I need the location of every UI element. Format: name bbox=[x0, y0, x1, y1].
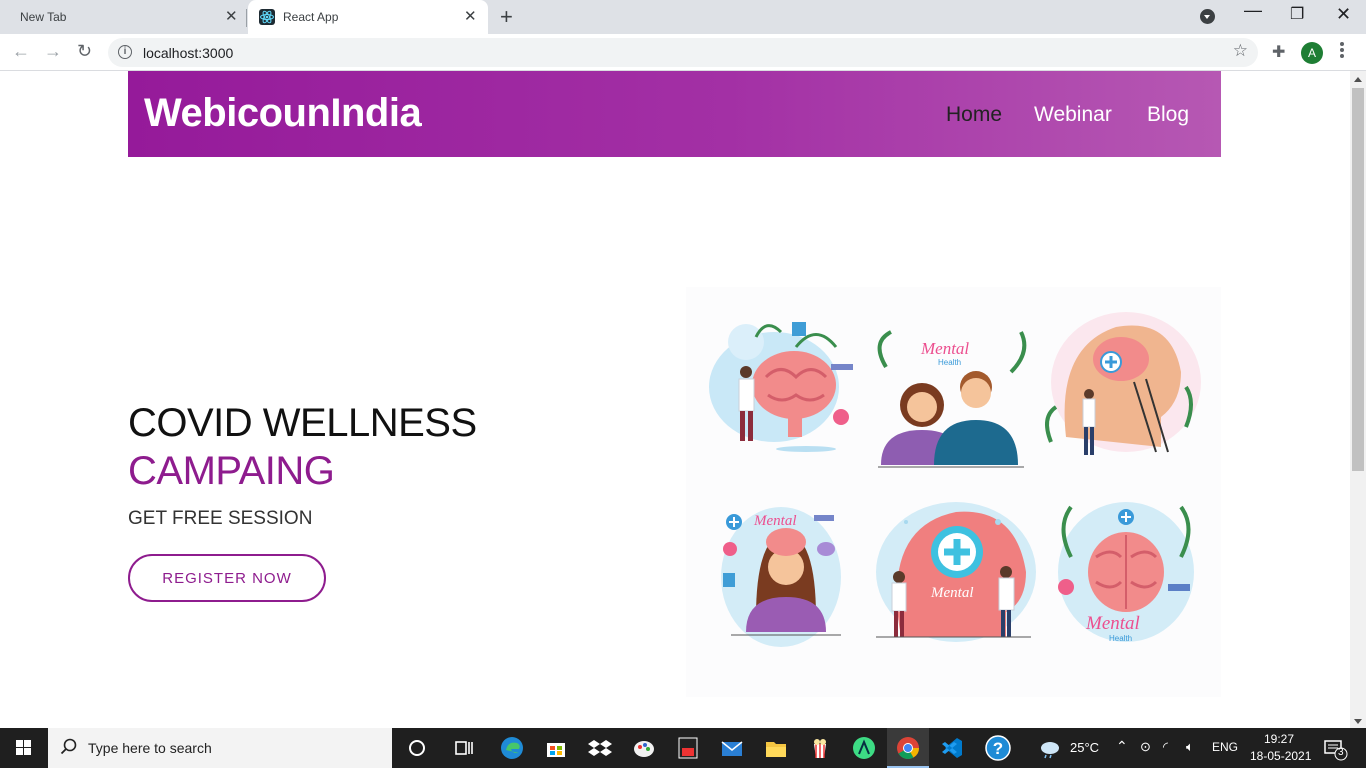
register-now-button[interactable]: REGISTER NOW bbox=[128, 554, 326, 602]
nav-link-home[interactable]: Home bbox=[946, 103, 1002, 127]
tab-react-app[interactable]: React App ✕ bbox=[248, 0, 488, 34]
close-tab-icon[interactable]: ✕ bbox=[464, 7, 477, 25]
media-app-icon[interactable] bbox=[674, 734, 702, 762]
site-info-icon[interactable]: i bbox=[118, 45, 132, 59]
file-explorer-icon[interactable] bbox=[762, 734, 790, 762]
android-studio-icon[interactable] bbox=[850, 734, 878, 762]
illustration-mental-text: Mental bbox=[920, 339, 969, 358]
close-tab-icon[interactable]: ✕ bbox=[225, 7, 238, 25]
scroll-up-icon[interactable] bbox=[1354, 77, 1362, 82]
weather-temperature[interactable]: 25°C bbox=[1070, 740, 1099, 755]
scroll-down-icon[interactable] bbox=[1354, 719, 1362, 724]
task-view-icon[interactable] bbox=[450, 734, 478, 762]
help-icon[interactable]: ? bbox=[984, 734, 1012, 762]
tab-label: React App bbox=[283, 10, 339, 24]
illustration-mental-text-2: Mental bbox=[753, 513, 797, 529]
dropbox-icon[interactable] bbox=[586, 734, 614, 762]
svg-text:?: ? bbox=[993, 739, 1003, 758]
hero-title-line2: CAMPAING bbox=[128, 449, 335, 493]
hero-subtitle: GET FREE SESSION bbox=[128, 508, 313, 529]
volume-icon[interactable]: 🔈︎ bbox=[1186, 739, 1194, 755]
brain-mental-health-vignette: Mental Health bbox=[1058, 502, 1194, 643]
window-close-icon[interactable]: ✕ bbox=[1336, 4, 1351, 25]
extensions-puzzle-icon[interactable]: ✚ bbox=[1272, 42, 1285, 62]
nav-link-webinar[interactable]: Webinar bbox=[1034, 103, 1112, 127]
search-placeholder: Type here to search bbox=[88, 740, 212, 756]
browser-menu-icon[interactable] bbox=[1340, 42, 1344, 60]
edge-browser-icon[interactable] bbox=[498, 734, 526, 762]
scrollbar-thumb[interactable] bbox=[1352, 88, 1364, 471]
page-viewport: WebicounIndia Home Webinar Blog COVID WE… bbox=[0, 71, 1350, 728]
illustration-mental-text-4: Mental bbox=[1085, 613, 1140, 634]
chrome-icon[interactable] bbox=[894, 734, 922, 762]
page-scrollbar[interactable] bbox=[1350, 71, 1366, 728]
wifi-icon[interactable]: ◜ bbox=[1163, 739, 1168, 755]
url-text[interactable]: localhost:3000 bbox=[143, 45, 233, 61]
back-arrow-icon[interactable]: ← bbox=[12, 41, 30, 62]
clock-date[interactable]: 18-05-2021 bbox=[1250, 749, 1311, 763]
taskbar-search-input[interactable]: Type here to search bbox=[48, 728, 392, 768]
restore-icon[interactable]: ❐ bbox=[1290, 4, 1304, 24]
tray-chevron-up-icon[interactable]: ⌃ bbox=[1116, 738, 1128, 755]
paint-icon[interactable] bbox=[630, 734, 658, 762]
hero-title-line1: COVID WELLNESS bbox=[128, 401, 477, 445]
popcorn-app-icon[interactable] bbox=[806, 734, 834, 762]
weather-cloud-icon[interactable] bbox=[1036, 734, 1064, 762]
tab-separator bbox=[246, 9, 247, 27]
bookmark-star-icon[interactable]: ☆ bbox=[1233, 41, 1248, 61]
minimize-icon[interactable]: — bbox=[1244, 0, 1262, 21]
vscode-icon[interactable] bbox=[938, 734, 966, 762]
woman-brain-vignette: Mental bbox=[721, 507, 841, 647]
illustration-health-text: Health bbox=[938, 358, 961, 367]
react-favicon-icon bbox=[259, 9, 275, 25]
illustration-health-text-2: Health bbox=[1109, 634, 1132, 643]
notification-count-badge: 3 bbox=[1338, 747, 1344, 758]
profile-avatar[interactable]: A bbox=[1301, 42, 1323, 64]
windows-taskbar: Type here to search ? 25°C ⌃ ⊙ ◜ 🔈︎ ENG … bbox=[0, 728, 1366, 768]
windows-start-icon[interactable] bbox=[0, 728, 48, 768]
nav-link-blog[interactable]: Blog bbox=[1147, 103, 1189, 127]
input-language[interactable]: ENG bbox=[1212, 740, 1238, 754]
microsoft-store-icon[interactable] bbox=[542, 734, 570, 762]
mail-icon[interactable] bbox=[718, 734, 746, 762]
site-navbar: WebicounIndia Home Webinar Blog bbox=[128, 71, 1221, 157]
browser-tab-strip: New Tab ✕ React App ✕ + — ❐ ✕ bbox=[0, 0, 1366, 34]
reload-icon[interactable]: ↻ bbox=[77, 41, 92, 62]
tab-search-dropdown-icon[interactable] bbox=[1200, 9, 1215, 24]
site-brand-logo[interactable]: WebicounIndia bbox=[144, 91, 422, 136]
head-cross-doctors-vignette: Mental bbox=[876, 502, 1036, 642]
mental-health-illustration: Mental Health Mental Mental Mental Healt… bbox=[686, 287, 1221, 697]
address-bar[interactable]: i localhost:3000 ☆ bbox=[108, 38, 1258, 67]
new-tab-plus-icon[interactable]: + bbox=[500, 4, 513, 30]
clock-time[interactable]: 19:27 bbox=[1264, 732, 1294, 746]
cortana-icon[interactable] bbox=[403, 734, 431, 762]
tab-label: New Tab bbox=[20, 10, 67, 24]
search-icon bbox=[60, 738, 77, 755]
forward-arrow-icon[interactable]: → bbox=[44, 41, 62, 62]
tab-new-tab[interactable]: New Tab ✕ bbox=[0, 0, 246, 34]
meet-now-icon[interactable]: ⊙ bbox=[1140, 739, 1151, 755]
browser-toolbar: ← → ↻ i localhost:3000 ☆ ✚ A bbox=[0, 34, 1366, 71]
illustration-mental-text-3: Mental bbox=[930, 585, 974, 601]
